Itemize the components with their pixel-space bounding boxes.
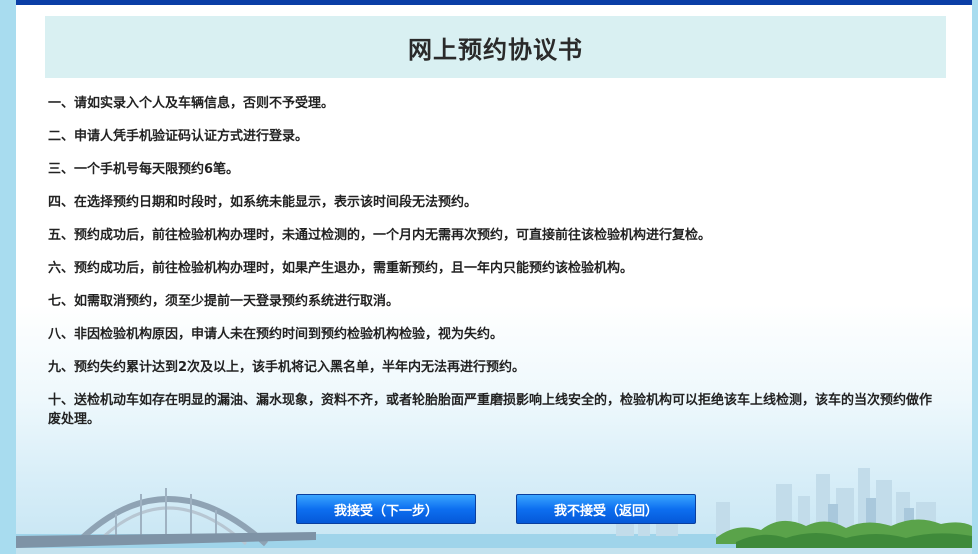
reject-return-button[interactable]: 我不接受（返回）	[516, 494, 696, 524]
clause-7: 七、如需取消预约，须至少提前一天登录预约系统进行取消。	[48, 294, 400, 309]
action-buttons: 我接受（下一步） 我不接受（返回）	[16, 494, 972, 524]
clause-4: 四、在选择预约日期和时段时，如系统未能显示，表示该时间段无法预约。	[48, 195, 478, 210]
clause-8: 八、非因检验机构原因，申请人未在预约时间到预约检验机构检验，视为失约。	[48, 327, 504, 342]
title-banner: 网上预约协议书	[45, 16, 946, 78]
clause-3: 三、一个手机号每天限预约6笔。	[48, 162, 240, 177]
right-side-border	[972, 0, 978, 554]
agreement-clauses: 一、请如实录入个人及车辆信息，否则不予受理。 二、申请人凭手机验证码认证方式进行…	[48, 94, 940, 443]
clause-2: 二、申请人凭手机验证码认证方式进行登录。	[48, 129, 309, 144]
clause-5: 五、预约成功后，前往检验机构办理时，未通过检测的，一个月内无需再次预约，可直接前…	[48, 228, 712, 243]
left-side-border	[0, 0, 16, 554]
agreement-panel: 网上预约协议书 一、请如实录入个人及车辆信息，否则不予受理。 二、申请人凭手机验…	[16, 0, 972, 554]
clause-6: 六、预约成功后，前往检验机构办理时，如果产生退办，需重新预约，且一年内只能预约该…	[48, 261, 634, 276]
top-accent-bar	[16, 0, 972, 5]
clause-10: 十、送检机动车如存在明显的漏油、漏水现象，资料不齐，或者轮胎胎面严重磨损影响上线…	[48, 393, 933, 427]
clause-1: 一、请如实录入个人及车辆信息，否则不予受理。	[48, 96, 335, 111]
accept-next-button[interactable]: 我接受（下一步）	[296, 494, 476, 524]
page-title: 网上预约协议书	[408, 35, 583, 64]
clause-9: 九、预约失约累计达到2次及以上，该手机将记入黑名单，半年内无法再进行预约。	[48, 360, 526, 375]
